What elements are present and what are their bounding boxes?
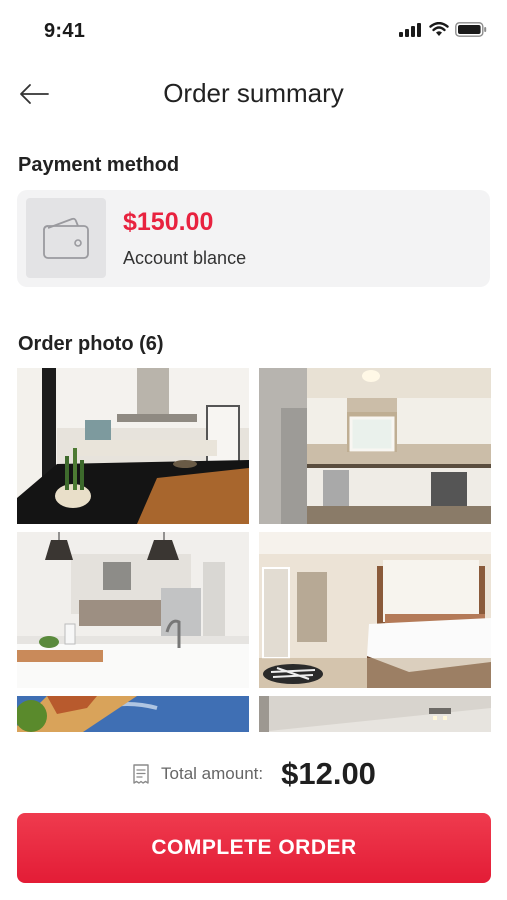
total-amount-label: Total amount: xyxy=(161,764,264,783)
total-row: Total amount: $12.00 xyxy=(0,752,507,796)
kitchen-photo-3[interactable] xyxy=(17,532,249,688)
page-title: Order summary xyxy=(163,78,344,108)
photos-section-title: Order photo (6) xyxy=(18,333,164,355)
payment-section-title: Payment method xyxy=(18,154,180,176)
photo-grid xyxy=(17,368,491,732)
receipt-icon xyxy=(133,764,149,784)
battery-icon xyxy=(455,22,487,37)
kitchen-photo-1[interactable] xyxy=(17,368,249,524)
status-bar: 9:41 xyxy=(0,0,507,60)
status-icons xyxy=(399,22,487,37)
kitchen-photo-2[interactable] xyxy=(259,368,491,524)
wallet-thumbnail xyxy=(26,198,106,278)
account-balance-amount: $150.00 xyxy=(123,208,214,236)
payment-method-card[interactable]: $150.00 Account blance xyxy=(17,190,490,287)
complete-order-button[interactable]: COMPLETE ORDER xyxy=(17,813,491,883)
wallet-icon xyxy=(43,217,89,259)
bedroom-photo-4[interactable] xyxy=(259,532,491,688)
total-amount-value: $12.00 xyxy=(281,756,376,791)
interior-photo-6[interactable] xyxy=(259,696,491,732)
house-exterior-photo-5[interactable] xyxy=(17,696,249,732)
status-time: 9:41 xyxy=(44,20,86,42)
account-balance-label: Account blance xyxy=(123,248,247,268)
wifi-icon xyxy=(429,22,449,36)
header: Order summary xyxy=(0,70,507,118)
cellular-signal-icon xyxy=(399,22,421,37)
